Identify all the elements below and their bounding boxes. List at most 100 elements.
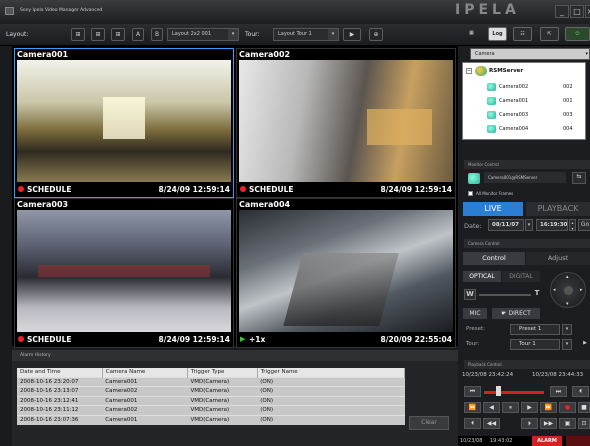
tree-camera-item[interactable]: Camera004 [499, 126, 528, 132]
monitor-swap-icon[interactable]: ⇆ [572, 172, 586, 184]
alarm-column-header[interactable]: Date and Time [17, 368, 103, 377]
ipela-logo: IPELA [455, 2, 520, 18]
alarm-cell: (ON) [257, 386, 405, 396]
playback-timeline[interactable] [484, 391, 544, 394]
tree-filter-value: Camera [475, 51, 495, 57]
chevron-down-icon[interactable]: ▾ [525, 219, 533, 231]
tree-camera-id: 002 [563, 84, 573, 90]
play-icon[interactable]: ▶ [521, 402, 538, 413]
slow-back-icon[interactable]: ◀◀ [483, 418, 500, 429]
user-icon[interactable]: ⏻ [565, 27, 590, 41]
tree-camera-item[interactable]: Camera001 [499, 98, 528, 104]
chevron-down-icon[interactable]: ▾ [562, 324, 572, 335]
layout-grid-1-icon[interactable]: ⊞ [71, 28, 85, 41]
maximize-button[interactable]: □ [570, 5, 584, 18]
digital-button[interactable]: DIGITAL [502, 271, 540, 282]
camera-name: Camera004 [239, 200, 291, 209]
pan-down-icon[interactable]: ▾ [566, 301, 569, 307]
date-field[interactable]: 08/11/07 [488, 219, 524, 231]
time-field[interactable]: 16:19:30 [536, 219, 568, 231]
joystick-center-icon[interactable] [564, 286, 573, 295]
network-icon[interactable]: ☷ [513, 27, 532, 41]
close-button[interactable]: × [585, 5, 590, 18]
preset-select[interactable]: Preset 1 [510, 324, 560, 335]
tour-play-icon[interactable]: ▶ [580, 339, 590, 350]
tree-camera-item[interactable]: Camera002 [499, 84, 528, 90]
alarm-row[interactable]: 2008-10-16 23:11:12 Camera002 VMD(Camera)(… [17, 405, 405, 415]
layout-a-button[interactable]: A [132, 28, 144, 41]
tour-play-button[interactable]: ▶ [343, 28, 361, 41]
live-button[interactable]: LIVE [463, 202, 523, 216]
alarm-row[interactable]: 2008-10-16 23:20:07 Camera001 VMD(Camera)(… [17, 376, 405, 387]
camera-tile-3[interactable]: Camera003 SCHEDULE 8/24/09 12:59:14 [14, 198, 234, 348]
collapse-icon[interactable]: − [466, 68, 472, 74]
zoom-slider-track[interactable] [479, 294, 531, 296]
mic-button[interactable]: MIC [463, 308, 487, 319]
stop-icon[interactable]: ■ [578, 402, 590, 413]
layout-grid-2-icon[interactable]: ⊞ [91, 28, 105, 41]
clear-button[interactable]: Clear [409, 416, 449, 430]
camera-name: Camera001 [17, 50, 69, 59]
zoom-wide-button[interactable]: W [464, 289, 476, 300]
go-button[interactable]: Go [578, 219, 590, 231]
tour-settings-icon[interactable]: ⊕ [369, 28, 383, 41]
timeline-playhead[interactable] [496, 386, 501, 396]
export-clip-icon[interactable]: ⊡ [578, 418, 590, 429]
layout-label: Layout: [6, 31, 29, 38]
tree-camera-item[interactable]: Camera003 [499, 112, 528, 118]
alarm-row[interactable]: 2008-10-16 23:13:07 Camera002 VMD(Camera)(… [17, 386, 405, 396]
zoom-tele-button[interactable]: T [532, 289, 542, 300]
alarm-row[interactable]: 2008-10-16 23:12:41 Camera001 VMD(Camera)(… [17, 395, 405, 406]
camera-tile-1[interactable]: Camera001 SCHEDULE 8/24/09 12:59:14 [14, 48, 234, 198]
optical-button[interactable]: OPTICAL [463, 271, 501, 282]
record-icon[interactable]: ● [559, 402, 576, 413]
jump-start-icon[interactable]: ⏮ [464, 386, 481, 397]
step-back-icon[interactable]: ⏴ [464, 418, 481, 429]
tour-select[interactable]: Layout Tour 1 ▾ [273, 28, 339, 41]
alarm-column-header[interactable]: Trigger Name [257, 368, 406, 377]
monitor-control-title: Monitor Control [464, 160, 590, 169]
chevron-down-icon: ▾ [328, 29, 338, 40]
tree-filter-select[interactable]: Camera ▾ [470, 48, 590, 60]
chevron-down-icon: ▾ [585, 51, 588, 57]
tab-adjust[interactable]: Adjust [526, 252, 590, 265]
playback-control-title: Playback Control [464, 360, 590, 369]
time-spin-icon[interactable]: ▴ ▾ [569, 219, 576, 231]
camera-tile-4[interactable]: Camera004 ▶ +1x 8/20/09 22:55:04 [236, 198, 456, 348]
chevron-down-icon[interactable]: ▾ [562, 339, 572, 350]
camera-name: Camera002 [239, 50, 291, 59]
log-button[interactable]: Log [488, 27, 507, 41]
alarm-indicator[interactable]: ALARM [532, 436, 562, 446]
pan-up-icon[interactable]: ▴ [566, 274, 569, 280]
step-forward-icon[interactable]: ⏵ [521, 418, 538, 429]
monitor-icon[interactable]: ▦ [462, 27, 481, 41]
layout-grid-3-icon[interactable]: ⊞ [111, 28, 125, 41]
snapshot-icon[interactable]: ▣ [559, 418, 576, 429]
monitor-camera-field[interactable]: Camera001@RSMServer [484, 172, 566, 183]
all-monitor-checkbox[interactable] [468, 191, 473, 196]
slow-forward-icon[interactable]: ▶▶ [540, 418, 557, 429]
alarm-column-header[interactable]: Camera Name [102, 368, 189, 377]
alarm-cell: (ON) [257, 376, 405, 387]
pan-left-icon[interactable]: ◂ [553, 287, 556, 293]
prev-event-icon[interactable]: ⏴ [572, 386, 589, 397]
pause-icon[interactable]: ⏸ [502, 402, 519, 413]
direct-button[interactable]: ☛ DIRECT [492, 308, 540, 319]
jump-end-icon[interactable]: ⏭ [550, 386, 567, 397]
alarm-column-header[interactable]: Trigger Type [187, 368, 258, 377]
minimize-button[interactable]: _ [555, 5, 569, 18]
layout-select[interactable]: Layout 2x2 001 ▾ [167, 28, 239, 41]
tab-control[interactable]: Control [463, 252, 525, 265]
fast-forward-icon[interactable]: ⏩ [540, 402, 557, 413]
export-icon[interactable]: ⇱ [540, 27, 559, 41]
alarm-row[interactable]: 2008-10-16 23:07:36 Camera001 VMD(Camera)(… [17, 414, 405, 425]
ptz-joystick[interactable]: ▴ ▾ ◂ ▸ [550, 272, 586, 308]
tour-select-right[interactable]: Tour 1 [510, 339, 560, 350]
reverse-play-icon[interactable]: ◀ [483, 402, 500, 413]
playback-button[interactable]: PLAYBACK [526, 202, 590, 216]
camera-tile-2[interactable]: Camera002 SCHEDULE 8/24/09 12:59:14 [236, 48, 456, 198]
layout-b-button[interactable]: B [151, 28, 163, 41]
pan-right-icon[interactable]: ▸ [580, 287, 583, 293]
rewind-icon[interactable]: ⏪ [464, 402, 481, 413]
server-node[interactable]: RSMServer [489, 68, 523, 74]
